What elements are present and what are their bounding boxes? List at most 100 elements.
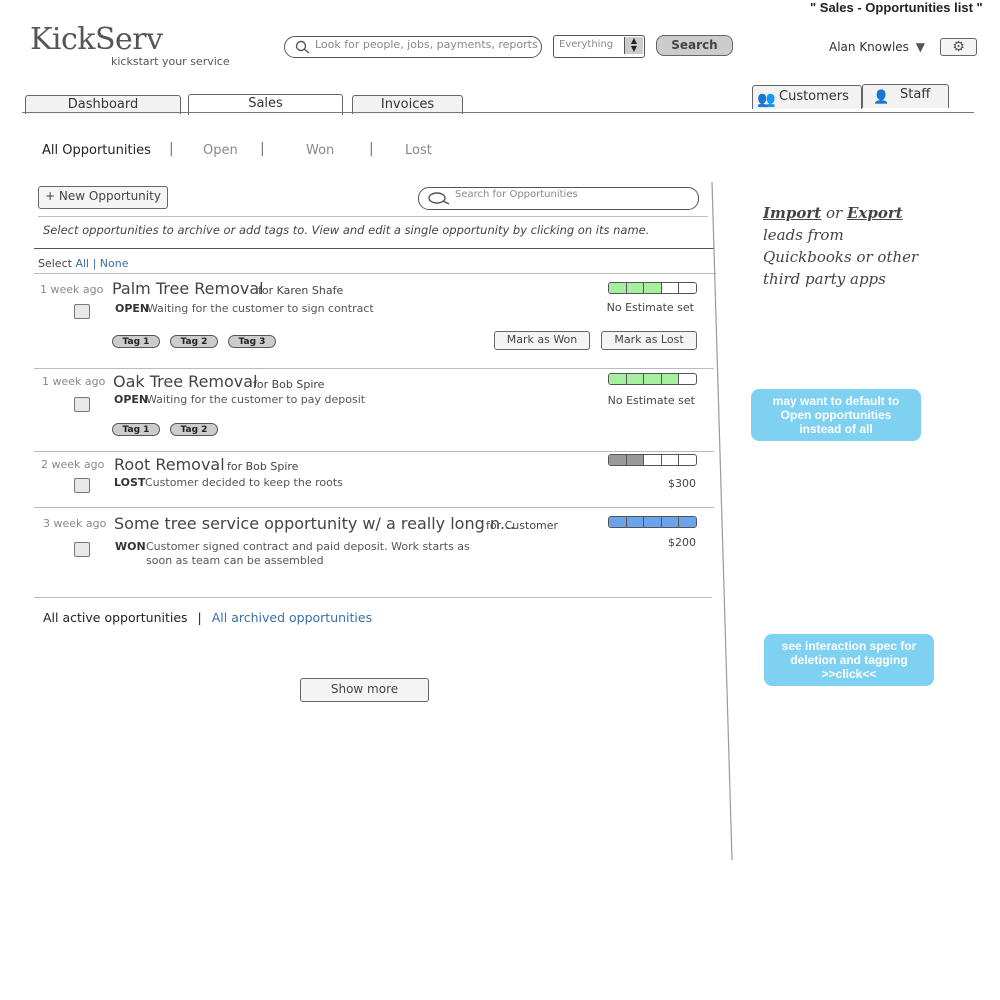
time-ago: 1 week ago bbox=[40, 283, 104, 296]
opportunity-title[interactable]: Palm Tree Removal bbox=[112, 279, 264, 298]
opportunity-title[interactable]: Root Removal bbox=[114, 455, 225, 474]
archive-links: All active opportunities | All archived … bbox=[43, 610, 372, 625]
progress-segment bbox=[626, 283, 645, 293]
opportunity-customer: for Bob Spire bbox=[227, 460, 299, 473]
user-menu[interactable]: Alan Knowles ▼ bbox=[829, 40, 925, 54]
filter-all[interactable]: All Opportunities bbox=[42, 143, 151, 158]
global-search-placeholder: Look for people, jobs, payments, reports bbox=[315, 38, 538, 51]
search-scope-value: Everything bbox=[559, 39, 614, 50]
show-more-button[interactable]: Show more bbox=[300, 678, 429, 702]
progress-bar bbox=[608, 516, 697, 528]
opportunity-title[interactable]: Oak Tree Removal bbox=[113, 372, 258, 391]
mark-as-lost-button[interactable]: Mark as Lost bbox=[601, 331, 697, 350]
column-divider bbox=[711, 181, 733, 861]
select-controls: Select All | None bbox=[38, 257, 129, 270]
footer-separator: | bbox=[197, 610, 202, 625]
filter-open[interactable]: Open bbox=[203, 143, 238, 158]
search-icon bbox=[295, 40, 310, 54]
divider bbox=[34, 368, 714, 369]
select-label: Select bbox=[38, 257, 72, 270]
progress-segment bbox=[626, 517, 645, 527]
opportunity-search-input[interactable]: Search for Opportunities bbox=[418, 187, 699, 210]
filter-won[interactable]: Won bbox=[306, 143, 334, 158]
progress-segment bbox=[679, 455, 696, 465]
tabs-baseline bbox=[22, 112, 974, 113]
tag-chip[interactable]: Tag 2 bbox=[170, 335, 218, 348]
divider bbox=[34, 248, 714, 249]
progress-segment bbox=[644, 374, 662, 384]
mark-as-won-button[interactable]: Mark as Won bbox=[494, 331, 590, 350]
note-line: >>click<< bbox=[821, 667, 877, 681]
export-link[interactable]: Export bbox=[847, 204, 903, 222]
people-icon: 👥 bbox=[757, 90, 776, 108]
tag-chip[interactable]: Tag 3 bbox=[228, 335, 276, 348]
logo-tagline: kickstart your service bbox=[111, 55, 230, 68]
filter-separator: | bbox=[260, 141, 265, 157]
progress-segment bbox=[662, 283, 680, 293]
opportunity-description: Waiting for the customer to sign contrac… bbox=[147, 302, 374, 315]
tag-chip[interactable]: Tag 1 bbox=[112, 423, 160, 436]
opportunity-customer: for Customer bbox=[486, 519, 559, 532]
opportunity-description: Waiting for the customer to pay deposit bbox=[146, 393, 366, 406]
settings-button[interactable]: ⚙ bbox=[940, 38, 977, 56]
staff-icon: 👤 bbox=[873, 90, 890, 105]
progress-segment bbox=[644, 283, 662, 293]
estimate-value: No Estimate set bbox=[607, 394, 695, 407]
interaction-spec-note[interactable]: see interaction spec for deletion and ta… bbox=[764, 634, 934, 686]
progress-bar bbox=[608, 282, 697, 294]
select-none-link[interactable]: None bbox=[100, 257, 129, 270]
time-ago: 3 week ago bbox=[43, 517, 107, 530]
row-checkbox[interactable] bbox=[74, 397, 90, 412]
opportunity-title[interactable]: Some tree service opportunity w/ a reall… bbox=[114, 514, 515, 533]
tab-staff[interactable]: 👤 Staff bbox=[862, 84, 949, 108]
tab-staff-label: Staff bbox=[900, 87, 931, 102]
progress-bar bbox=[608, 454, 697, 466]
row-checkbox[interactable] bbox=[74, 304, 90, 319]
filter-lost[interactable]: Lost bbox=[405, 143, 432, 158]
tab-customers-label: Customers bbox=[779, 89, 849, 104]
estimate-value: $300 bbox=[668, 477, 696, 490]
progress-segment bbox=[661, 517, 680, 527]
status-badge: OPEN bbox=[114, 393, 149, 406]
sidebar-text: leads from bbox=[763, 226, 844, 244]
search-button[interactable]: Search bbox=[656, 35, 733, 56]
progress-segment bbox=[626, 374, 645, 384]
progress-segment bbox=[661, 374, 680, 384]
search-icon bbox=[428, 192, 450, 205]
tab-customers[interactable]: 👥 Customers bbox=[752, 85, 862, 109]
logo[interactable]: KickServ bbox=[30, 22, 163, 57]
progress-segment bbox=[609, 517, 627, 527]
sidebar-text: third party apps bbox=[763, 270, 886, 288]
global-search-input[interactable]: Look for people, jobs, payments, reports bbox=[284, 36, 542, 58]
opportunity-customer: for Bob Spire bbox=[253, 378, 325, 391]
row-checkbox[interactable] bbox=[74, 478, 90, 493]
estimate-value: $200 bbox=[668, 536, 696, 549]
progress-bar bbox=[608, 373, 697, 385]
active-opportunities-link[interactable]: All active opportunities bbox=[43, 610, 188, 625]
opportunity-description: soon as team can be assembled bbox=[146, 554, 324, 567]
or-text: or bbox=[826, 204, 843, 222]
divider bbox=[34, 451, 714, 452]
search-scope-select[interactable]: Everything ▲ ▼ bbox=[553, 35, 645, 58]
time-ago: 2 week ago bbox=[41, 458, 105, 471]
tag-chip[interactable]: Tag 1 bbox=[112, 335, 160, 348]
new-opportunity-button[interactable]: + New Opportunity bbox=[38, 186, 168, 209]
progress-segment bbox=[644, 517, 662, 527]
progress-segment bbox=[679, 283, 696, 293]
status-badge: LOST bbox=[114, 476, 146, 489]
divider bbox=[38, 216, 708, 217]
row-checkbox[interactable] bbox=[74, 542, 90, 557]
progress-segment bbox=[609, 455, 627, 465]
import-link[interactable]: Import bbox=[763, 204, 821, 222]
archived-opportunities-link[interactable]: All archived opportunities bbox=[212, 610, 372, 625]
note-line: see interaction spec for bbox=[781, 639, 917, 653]
note-line: Open opportunities bbox=[780, 408, 892, 422]
divider bbox=[34, 273, 716, 274]
select-arrows-icon: ▲ ▼ bbox=[624, 37, 643, 54]
progress-segment bbox=[609, 374, 627, 384]
opportunity-description: Customer signed contract and paid deposi… bbox=[146, 540, 470, 553]
tag-chip[interactable]: Tag 2 bbox=[170, 423, 218, 436]
select-all-link[interactable]: All bbox=[75, 257, 89, 270]
opportunity-customer: for Karen Shafe bbox=[258, 284, 344, 297]
progress-segment bbox=[679, 374, 696, 384]
